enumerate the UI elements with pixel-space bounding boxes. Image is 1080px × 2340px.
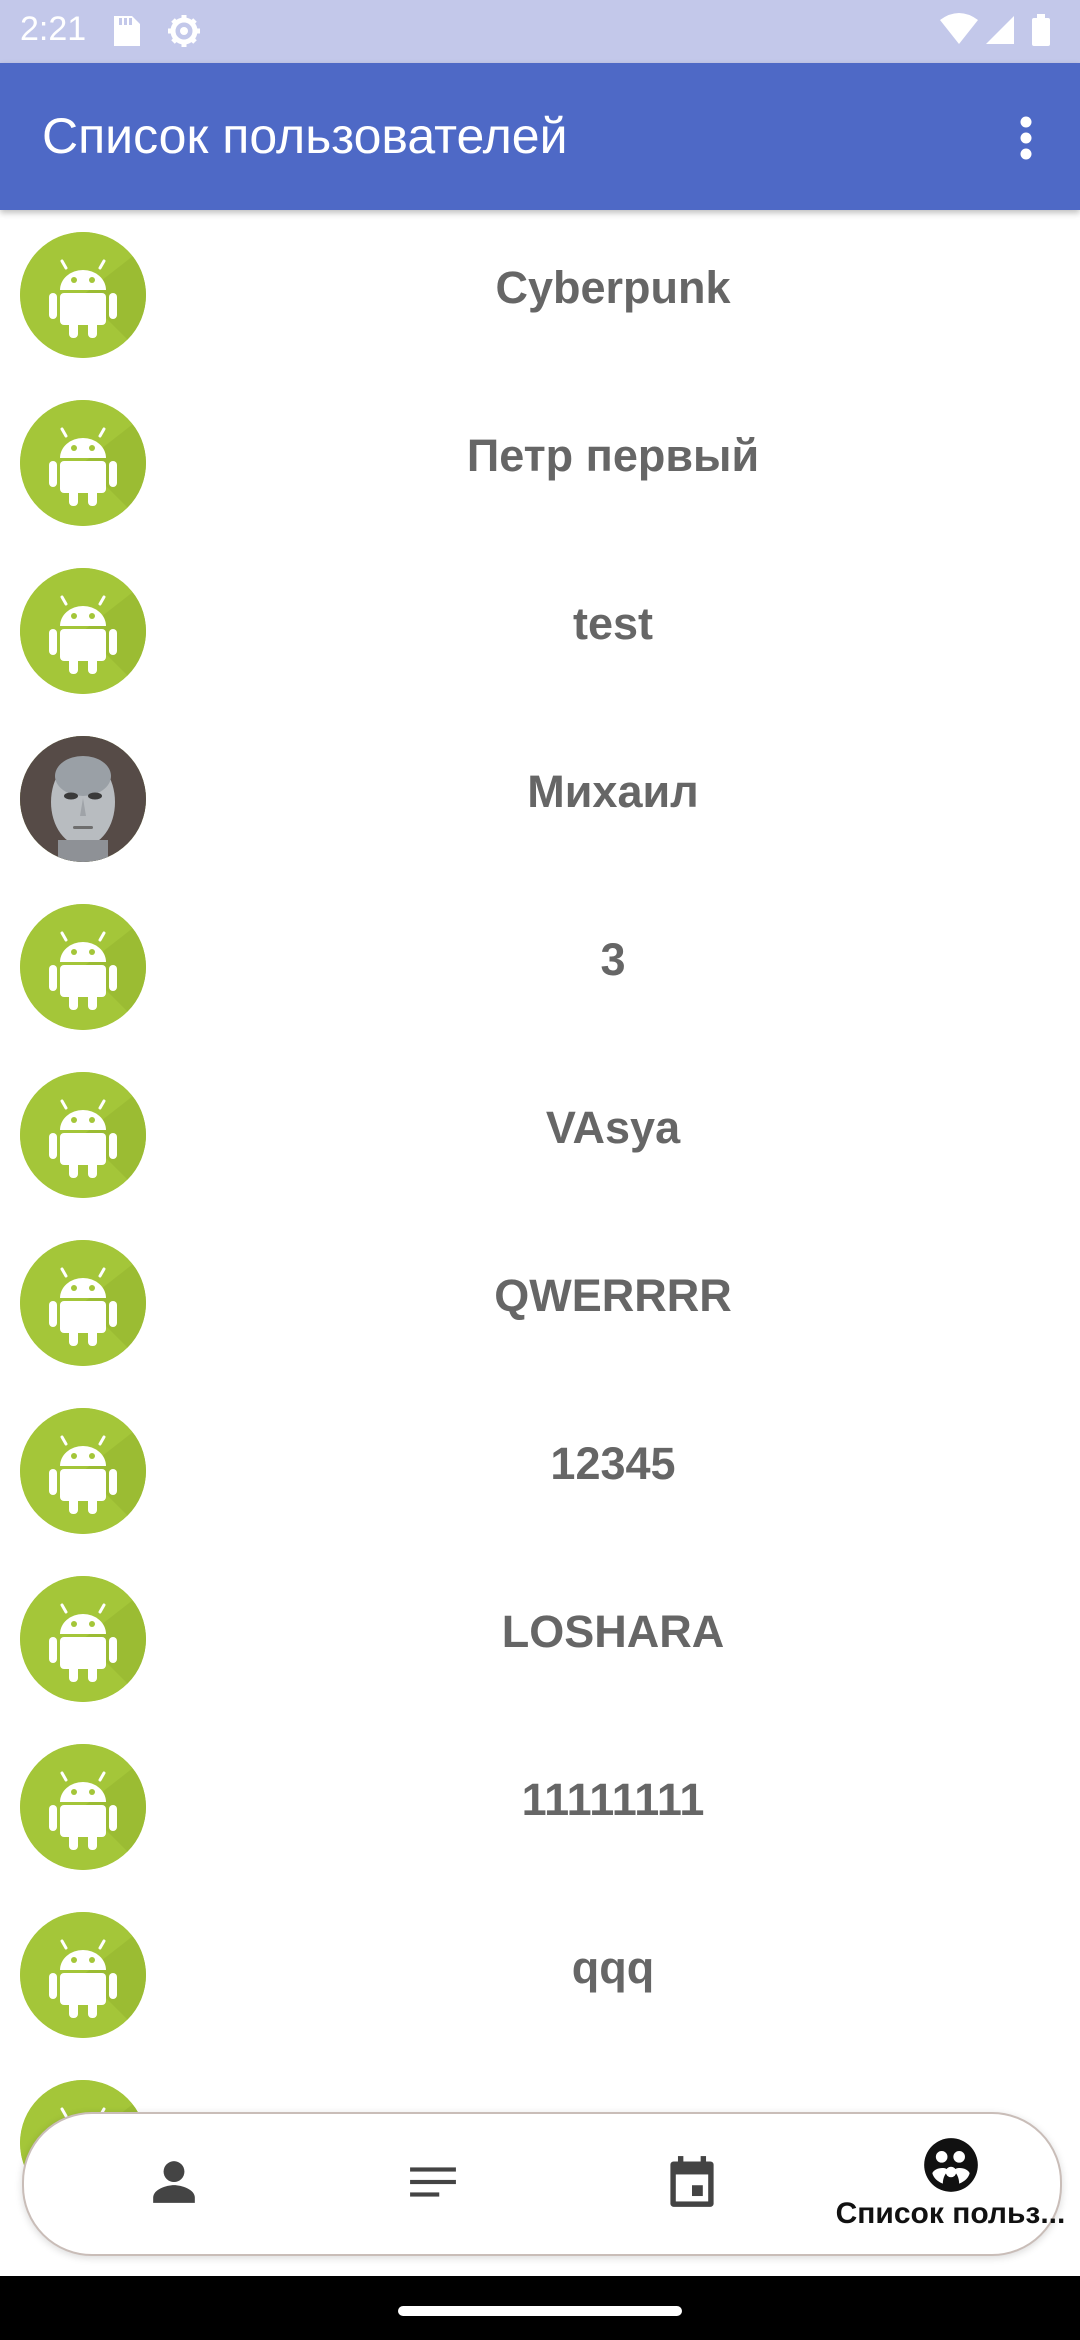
group-icon: [923, 2138, 978, 2192]
android-icon: [20, 1912, 146, 2038]
user-list-item[interactable]: qqq: [0, 1890, 1080, 2058]
wifi-icon: [940, 13, 978, 44]
user-list[interactable]: Cyberpunk Петр первый test Михаил 3 VAsy…: [0, 210, 1080, 2340]
status-right-icons: [938, 12, 1054, 55]
user-list-item[interactable]: 12345: [0, 1386, 1080, 1554]
android-icon: [20, 1240, 146, 1366]
android-icon: [20, 568, 146, 694]
nav-item-user-list[interactable]: Список польз...: [821, 2114, 1080, 2254]
app-title: Список пользователей: [42, 108, 568, 164]
home-gesture-handle[interactable]: [398, 2306, 682, 2316]
user-name: qqq: [571, 1942, 655, 1993]
user-name: QWERRRR: [494, 1270, 732, 1321]
notes-icon: [409, 2167, 456, 2197]
user-name: Петр первый: [466, 430, 760, 481]
android-icon: [20, 1408, 146, 1534]
settings-gear-icon: [168, 15, 200, 47]
android-icon: [20, 904, 146, 1030]
user-list-item[interactable]: QWERRRR: [0, 1218, 1080, 1386]
user-list-item[interactable]: 3: [0, 882, 1080, 1050]
app-bar: Список пользователей: [0, 63, 1080, 210]
more-vert-icon: [1020, 116, 1032, 160]
cell-signal-icon: [986, 16, 1014, 44]
user-avatar-photo: [20, 736, 146, 862]
user-name: test: [572, 598, 654, 649]
person-icon: [152, 2161, 195, 2203]
status-bar: 2:21: [0, 0, 1080, 63]
nav-item-notes[interactable]: [303, 2114, 562, 2254]
battery-icon: [1032, 18, 1050, 46]
user-list-item[interactable]: Михаил: [0, 714, 1080, 882]
user-list-item[interactable]: VAsya: [0, 1050, 1080, 1218]
overflow-menu-button[interactable]: [996, 103, 1056, 173]
user-name: 3: [600, 934, 626, 985]
user-name: VAsya: [545, 1102, 681, 1153]
status-time: 2:21: [20, 10, 87, 48]
user-list-item[interactable]: Cyberpunk: [0, 210, 1080, 378]
android-icon: [20, 232, 146, 358]
bottom-navigation: Список польз...: [22, 2112, 1065, 2256]
sd-card-icon: [114, 16, 140, 46]
user-list-item[interactable]: 11111111: [0, 1722, 1080, 1890]
user-list-item[interactable]: test: [0, 546, 1080, 714]
calendar-icon: [669, 2156, 714, 2207]
nav-item-calendar[interactable]: [562, 2114, 821, 2254]
android-icon: [20, 400, 146, 526]
user-name: LOSHARA: [501, 1606, 725, 1657]
user-name: 12345: [550, 1438, 676, 1489]
status-left-icons: [110, 12, 200, 55]
user-name: Михаил: [527, 766, 699, 817]
android-icon: [20, 1072, 146, 1198]
user-list-item[interactable]: Петр первый: [0, 378, 1080, 546]
nav-label-user-list: Список польз...: [835, 2197, 1066, 2230]
user-list-item[interactable]: LOSHARA: [0, 1554, 1080, 1722]
nav-item-profile[interactable]: [44, 2114, 303, 2254]
user-name: 11111111: [521, 1774, 705, 1825]
android-icon: [20, 1744, 146, 1870]
android-icon: [20, 1576, 146, 1702]
system-navigation-bar: [0, 2276, 1080, 2340]
user-name: Cyberpunk: [495, 262, 731, 313]
